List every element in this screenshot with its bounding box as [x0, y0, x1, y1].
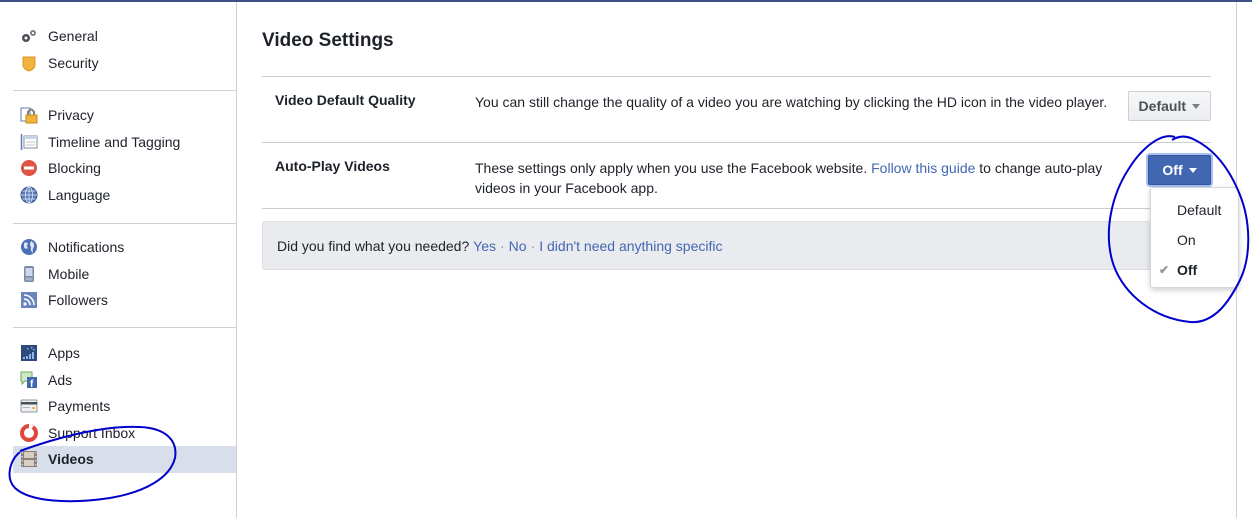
sidebar-item-notifications[interactable]: Notifications — [13, 234, 236, 261]
sidebar-item-privacy[interactable]: Privacy — [13, 102, 236, 129]
nav-group-account: General Security — [13, 23, 236, 76]
nav-group-notifications: Notifications Mobile Followers — [13, 234, 236, 314]
sidebar-item-label: Followers — [48, 292, 108, 309]
sidebar-item-support-inbox[interactable]: Support Inbox — [13, 420, 236, 447]
credit-card-icon — [20, 397, 38, 415]
video-quality-dropdown[interactable]: Default — [1127, 91, 1211, 121]
setting-row-video-default-quality: Video Default Quality You can still chan… — [262, 77, 1211, 143]
auto-play-menu: Default On ✔ Off — [1150, 187, 1239, 288]
sidebar-item-label: Payments — [48, 398, 111, 415]
sidebar-item-ads[interactable]: f Ads — [13, 367, 236, 394]
caret-down-icon — [1188, 167, 1197, 173]
sidebar-item-general[interactable]: General — [13, 23, 236, 50]
sidebar-item-label: Mobile — [48, 265, 90, 282]
sidebar-item-videos[interactable]: Videos — [13, 446, 236, 473]
globe-icon — [20, 186, 38, 204]
menu-item-on[interactable]: On — [1151, 225, 1238, 255]
sidebar-item-label: Videos — [48, 451, 94, 468]
sidebar-item-language[interactable]: Language — [13, 182, 236, 209]
sidebar-item-mobile[interactable]: Mobile — [13, 261, 236, 288]
sidebar-item-label: General — [48, 28, 98, 45]
sidebar-item-label: Timeline and Tagging — [48, 133, 181, 150]
follow-guide-link[interactable]: Follow this guide — [871, 160, 975, 176]
sidebar-item-followers[interactable]: Followers — [13, 287, 236, 314]
ads-icon: f — [20, 371, 38, 389]
sidebar-item-security[interactable]: Security — [13, 50, 236, 77]
badge-icon — [20, 54, 38, 72]
sidebar-divider — [13, 90, 236, 91]
setting-label: Video Default Quality — [275, 92, 416, 108]
settings-table: Video Default Quality You can still chan… — [262, 76, 1211, 209]
sidebar-item-label: Ads — [48, 371, 73, 388]
sidebar-item-blocking[interactable]: Blocking — [13, 155, 236, 182]
nav-group-privacy: Privacy Timeline and Tagging Blocking La… — [13, 102, 236, 208]
sidebar-item-label: Privacy — [48, 107, 94, 124]
dropdown-value: Default — [1138, 98, 1186, 114]
feedback-yes-link[interactable]: Yes — [473, 238, 496, 254]
feedback-other-link[interactable]: I didn't need anything specific — [539, 238, 722, 254]
separator-dot: · — [530, 237, 536, 254]
menu-item-label: Default — [1177, 202, 1222, 218]
checkmark-icon: ✔ — [1159, 263, 1170, 277]
lock-icon — [20, 106, 38, 124]
setting-description: These settings only apply when you use t… — [475, 158, 1115, 198]
sidebar-item-timeline-and-tagging[interactable]: Timeline and Tagging — [13, 129, 236, 156]
gears-icon — [20, 27, 38, 45]
lifebuoy-icon — [20, 423, 38, 442]
setting-row-auto-play-videos: Auto-Play Videos These settings only app… — [262, 143, 1211, 209]
sidebar-item-label: Blocking — [48, 160, 101, 177]
sidebar-item-label: Apps — [48, 345, 80, 362]
setting-description: You can still change the quality of a vi… — [475, 94, 1108, 110]
dropdown-value: Off — [1162, 162, 1183, 178]
menu-item-label: Off — [1177, 262, 1198, 278]
settings-sidebar: General Security Privacy Timeline and Ta… — [0, 2, 237, 518]
sidebar-item-apps[interactable]: Apps — [13, 340, 236, 367]
sidebar-divider — [13, 223, 236, 224]
rss-icon — [20, 291, 38, 309]
sidebar-item-label: Security — [48, 54, 99, 71]
menu-item-off[interactable]: ✔ Off — [1151, 255, 1238, 285]
feedback-bar: Did you find what you needed? Yes · No ·… — [262, 221, 1237, 270]
sidebar-divider — [13, 327, 236, 328]
auto-play-dropdown[interactable]: Off — [1148, 155, 1211, 185]
blocking-icon — [20, 159, 38, 177]
mobile-icon — [20, 265, 38, 283]
page-title: Video Settings — [262, 30, 394, 51]
menu-item-label: On — [1177, 232, 1196, 248]
nav-group-apps: Apps f Ads Payments Support Inbox Videos — [13, 340, 236, 473]
earth-icon — [20, 238, 38, 256]
sidebar-item-label: Notifications — [48, 239, 125, 256]
sidebar-item-payments[interactable]: Payments — [13, 393, 236, 420]
film-icon — [20, 450, 38, 468]
caret-down-icon — [1192, 103, 1200, 109]
menu-item-default[interactable]: Default — [1151, 195, 1238, 225]
timeline-icon — [20, 133, 38, 151]
sidebar-item-label: Language — [48, 186, 111, 203]
setting-label: Auto-Play Videos — [275, 158, 390, 174]
sidebar-item-label: Support Inbox — [48, 424, 136, 441]
description-text: These settings only apply when you use t… — [475, 160, 872, 176]
feedback-question: Did you find what you needed? — [277, 237, 470, 254]
separator-dot: · — [499, 237, 505, 254]
apps-icon — [20, 344, 38, 362]
feedback-no-link[interactable]: No — [509, 238, 527, 254]
